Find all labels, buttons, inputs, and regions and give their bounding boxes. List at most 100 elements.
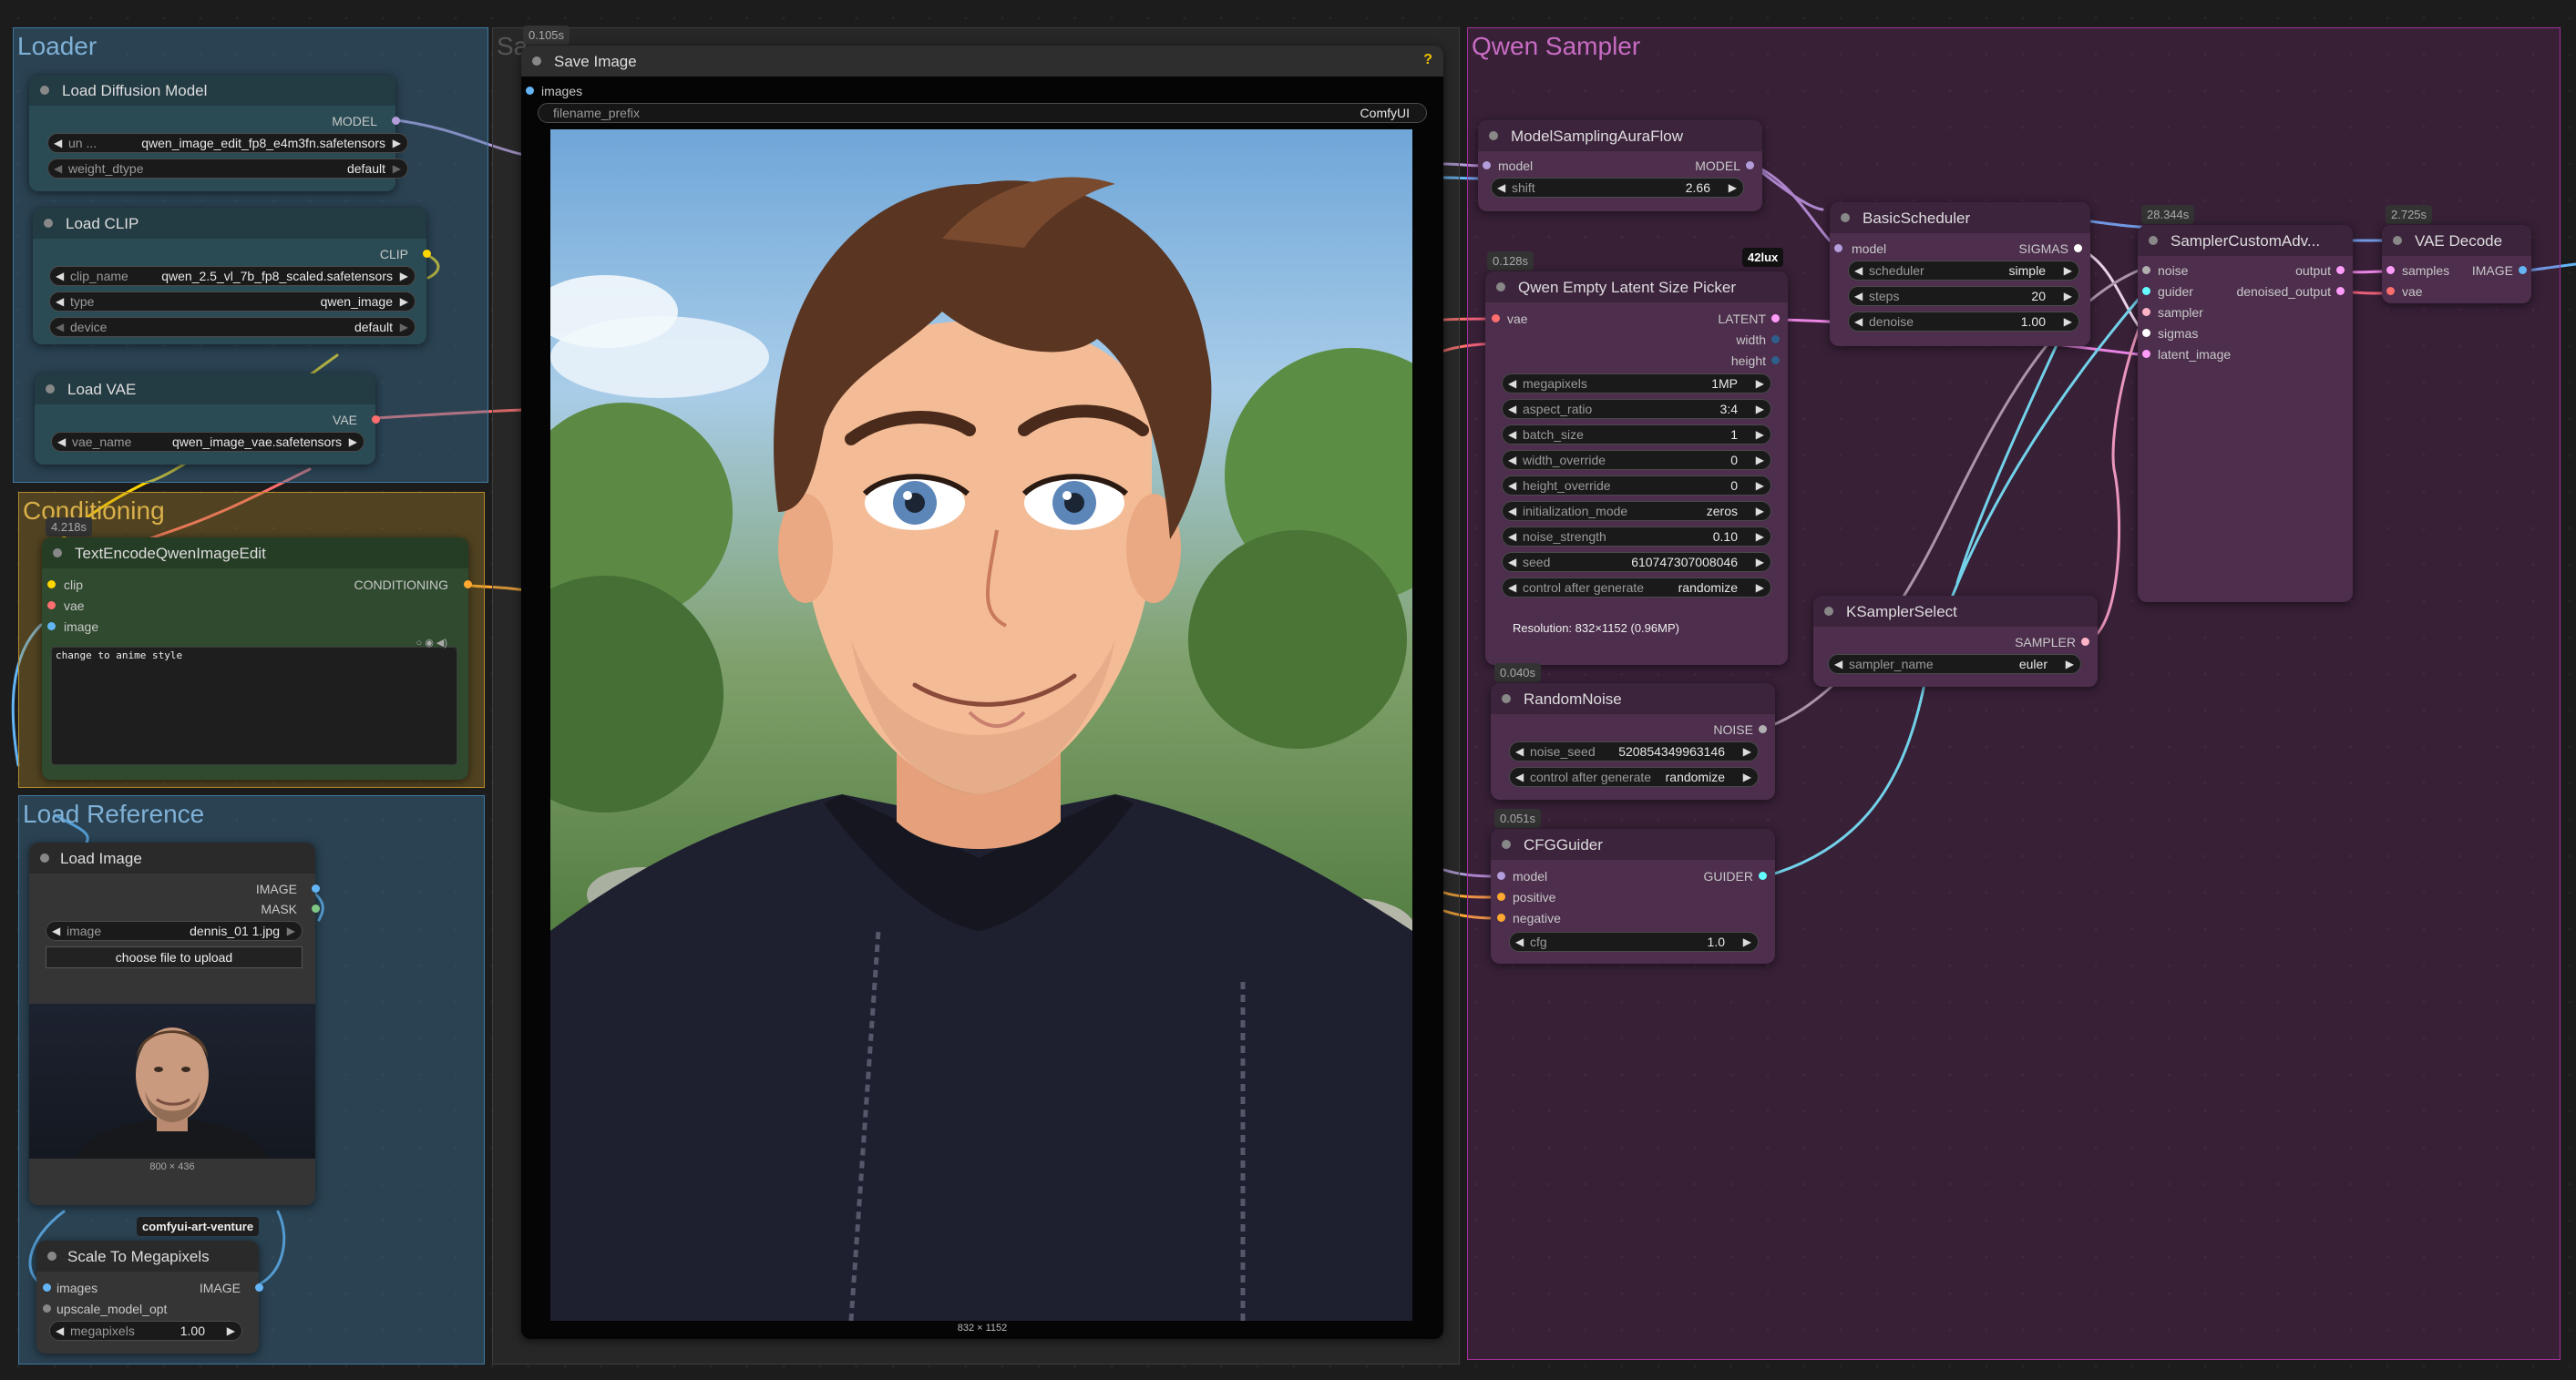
collapse-dot[interactable] <box>1824 607 1833 616</box>
noise-strength-widget[interactable]: ◀ noise_strength 0.10 ▶ <box>1502 526 1771 547</box>
collapse-dot[interactable] <box>44 219 53 228</box>
clip-name-widget[interactable]: ◀ clip_name qwen_2.5_vl_7b_fp8_scaled.sa… <box>49 266 416 286</box>
seed-widget[interactable]: ◀ seed 610747307008046 ▶ <box>1502 552 1771 572</box>
width-override-widget[interactable]: ◀ width_override 0 ▶ <box>1502 450 1771 470</box>
collapse-dot[interactable] <box>47 1252 56 1261</box>
arrow-left-icon[interactable]: ◀ <box>54 134 62 152</box>
collapse-dot[interactable] <box>1502 694 1511 703</box>
control-after-generate-widget[interactable]: ◀ control after generate randomize ▶ <box>1509 767 1759 787</box>
node-load-vae[interactable]: Load VAE VAE ◀ vae_name qwen_image_vae.s… <box>35 373 380 465</box>
input-positive-socket[interactable] <box>1497 893 1505 901</box>
node-header[interactable]: SamplerCustomAdv... <box>2138 225 2353 256</box>
output-clip-socket[interactable] <box>423 250 431 258</box>
cfg-widget[interactable]: ◀ cfg 1.0 ▶ <box>1509 932 1759 952</box>
arrow-right-icon[interactable]: ▶ <box>2064 312 2072 331</box>
input-latent-socket[interactable] <box>2142 350 2150 358</box>
arrow-left-icon[interactable]: ◀ <box>1515 933 1524 951</box>
arrow-left-icon[interactable]: ◀ <box>1508 400 1516 418</box>
output-denoised-socket[interactable] <box>2336 287 2345 295</box>
input-noise-socket[interactable] <box>2142 266 2150 274</box>
arrow-right-icon[interactable]: ▶ <box>1743 742 1751 761</box>
arrow-right-icon[interactable]: ▶ <box>1756 451 1764 469</box>
collapse-dot[interactable] <box>1489 131 1498 140</box>
node-load-image[interactable]: Load Image IMAGE MASK ◀ image dennis_01 … <box>29 843 320 1205</box>
arrow-left-icon[interactable]: ◀ <box>1508 425 1516 444</box>
arrow-left-icon[interactable]: ◀ <box>1515 742 1524 761</box>
node-header[interactable]: RandomNoise <box>1491 683 1775 714</box>
noise-seed-widget[interactable]: ◀ noise_seed 520854349963146 ▶ <box>1509 741 1759 762</box>
help-icon[interactable]: ? <box>1423 52 1432 68</box>
node-header[interactable]: BasicScheduler <box>1830 202 2090 233</box>
arrow-left-icon[interactable]: ◀ <box>1854 287 1863 305</box>
initialization-mode-widget[interactable]: ◀ initialization_mode zeros ▶ <box>1502 501 1771 521</box>
shift-widget[interactable]: ◀ shift 2.66 ▶ <box>1491 178 1744 198</box>
arrow-right-icon[interactable]: ▶ <box>1743 768 1751 786</box>
input-model-socket[interactable] <box>1483 161 1491 169</box>
node-header[interactable]: Load CLIP <box>33 208 426 239</box>
arrow-right-icon[interactable]: ▶ <box>393 134 401 152</box>
arrow-right-icon[interactable]: ▶ <box>1756 400 1764 418</box>
output-model-socket[interactable] <box>1746 161 1754 169</box>
node-header[interactable]: TextEncodeQwenImageEdit <box>42 537 468 568</box>
input-negative-socket[interactable] <box>1497 914 1505 922</box>
node-random-noise[interactable]: RandomNoise NOISE ◀ noise_seed 520854349… <box>1491 683 1775 800</box>
arrow-left-icon[interactable]: ◀ <box>1834 655 1842 673</box>
collapse-dot[interactable] <box>40 854 49 863</box>
height-override-widget[interactable]: ◀ height_override 0 ▶ <box>1502 475 1771 496</box>
input-image-socket[interactable] <box>47 622 56 630</box>
choose-file-button[interactable]: choose file to upload <box>46 946 303 968</box>
node-header[interactable]: CFGGuider <box>1491 829 1775 860</box>
arrow-right-icon[interactable]: ▶ <box>1756 553 1764 571</box>
output-sampler-socket[interactable] <box>2081 638 2089 646</box>
node-header[interactable]: Save Image ? <box>521 46 1443 77</box>
node-vae-decode[interactable]: VAE Decode samples vae IMAGE <box>2382 225 2531 303</box>
collapse-dot[interactable] <box>1496 282 1505 291</box>
collapse-dot[interactable] <box>1841 213 1850 222</box>
arrow-left-icon[interactable]: ◀ <box>57 433 66 451</box>
image-file-widget[interactable]: ◀ image dennis_01 1.jpg ▶ <box>46 921 303 941</box>
node-header[interactable]: Qwen Empty Latent Size Picker <box>1485 271 1788 302</box>
node-basic-scheduler[interactable]: BasicScheduler model SIGMAS ◀ scheduler … <box>1830 202 2090 346</box>
arrow-right-icon[interactable]: ▶ <box>287 922 295 940</box>
node-load-clip[interactable]: Load CLIP CLIP ◀ clip_name qwen_2.5_vl_7… <box>33 208 431 344</box>
node-cfg-guider[interactable]: CFGGuider model positive negative GUIDER… <box>1491 829 1775 964</box>
input-vae-socket[interactable] <box>2386 287 2395 295</box>
arrow-right-icon[interactable]: ▶ <box>400 292 408 311</box>
arrow-left-icon[interactable]: ◀ <box>1508 476 1516 495</box>
steps-widget[interactable]: ◀ steps 20 ▶ <box>1848 286 2079 306</box>
sampler-name-widget[interactable]: ◀ sampler_name euler ▶ <box>1828 654 2081 674</box>
arrow-right-icon[interactable]: ▶ <box>1756 578 1764 597</box>
arrow-left-icon[interactable]: ◀ <box>1508 451 1516 469</box>
collapse-dot[interactable] <box>2149 236 2158 245</box>
arrow-right-icon[interactable]: ▶ <box>1756 425 1764 444</box>
output-height-socket[interactable] <box>1771 356 1780 364</box>
input-sigmas-socket[interactable] <box>2142 329 2150 337</box>
output-output-socket[interactable] <box>2336 266 2345 274</box>
input-clip-socket[interactable] <box>47 580 56 588</box>
output-image-socket[interactable] <box>312 884 320 893</box>
input-vae-socket[interactable] <box>47 601 56 609</box>
aspect-ratio-widget[interactable]: ◀ aspect_ratio 3:4 ▶ <box>1502 399 1771 419</box>
arrow-left-icon[interactable]: ◀ <box>56 318 64 336</box>
output-vae-socket[interactable] <box>372 415 380 424</box>
arrow-right-icon[interactable]: ▶ <box>227 1322 235 1340</box>
input-guider-socket[interactable] <box>2142 287 2150 295</box>
input-model-socket[interactable] <box>1497 872 1505 880</box>
node-qwen-empty-latent-size-picker[interactable]: Qwen Empty Latent Size Picker vae LATENT… <box>1485 271 1788 665</box>
arrow-left-icon[interactable]: ◀ <box>1508 553 1516 571</box>
node-header[interactable]: Load VAE <box>35 373 375 404</box>
collapse-dot[interactable] <box>46 384 55 394</box>
output-model-socket[interactable] <box>392 117 400 125</box>
arrow-left-icon[interactable]: ◀ <box>54 159 62 178</box>
arrow-left-icon[interactable]: ◀ <box>56 1322 64 1340</box>
prompt-textarea[interactable]: ○ ◉ ◀) change to anime style <box>51 638 457 765</box>
arrow-left-icon[interactable]: ◀ <box>1508 578 1516 597</box>
arrow-right-icon[interactable]: ▶ <box>2064 261 2072 280</box>
node-load-diffusion-model[interactable]: Load Diffusion Model MODEL ◀ un ... qwen… <box>29 75 408 191</box>
megapixels-widget[interactable]: ◀ megapixels 1MP ▶ <box>1502 373 1771 394</box>
clip-type-widget[interactable]: ◀ type qwen_image ▶ <box>49 291 416 312</box>
arrow-right-icon[interactable]: ▶ <box>2064 287 2072 305</box>
input-samples-socket[interactable] <box>2386 266 2395 274</box>
arrow-right-icon[interactable]: ▶ <box>349 433 357 451</box>
input-model-socket[interactable] <box>1834 244 1842 252</box>
